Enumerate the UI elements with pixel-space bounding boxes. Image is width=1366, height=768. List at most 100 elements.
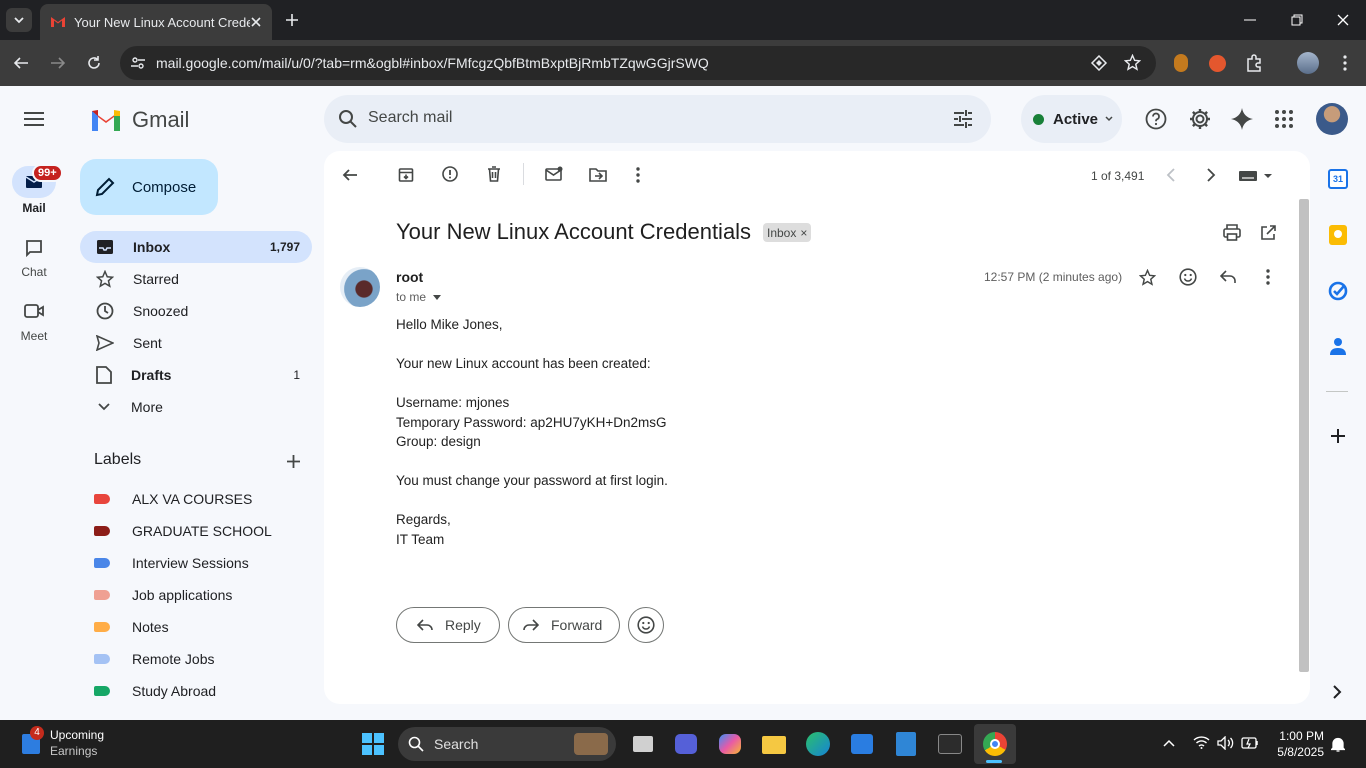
chrome-menu-icon[interactable] (1343, 55, 1347, 71)
file-explorer-icon[interactable] (760, 730, 788, 758)
close-icon[interactable] (250, 16, 262, 28)
email-scrollbar[interactable] (1299, 199, 1309, 672)
expand-side-panel-icon[interactable] (1333, 685, 1342, 699)
recipient-details[interactable]: to me (396, 290, 442, 304)
window-close-icon[interactable] (1337, 14, 1349, 26)
chrome-app-icon[interactable] (981, 730, 1009, 758)
label-alx-va-courses[interactable]: ALX VA COURSES (94, 483, 252, 515)
forward-button[interactable]: Forward (508, 607, 620, 643)
forward-arrow-icon[interactable] (50, 55, 66, 71)
add-addon-icon[interactable] (1330, 428, 1346, 444)
notepad-app-icon[interactable] (892, 730, 920, 758)
copilot-app-icon[interactable] (716, 730, 744, 758)
main-menu-icon[interactable] (24, 111, 44, 127)
archive-icon[interactable] (398, 167, 414, 183)
label-study-abroad[interactable]: Study Abroad (94, 675, 216, 707)
edge-browser-icon[interactable] (804, 730, 832, 758)
nav-drafts[interactable]: Drafts 1 (80, 359, 312, 391)
add-label-icon[interactable] (287, 455, 300, 468)
widgets-button[interactable]: 4 Upcoming Earnings (18, 726, 118, 762)
react-emoji-button[interactable] (628, 607, 664, 643)
extension-2-icon[interactable] (1209, 55, 1226, 72)
message-more-icon[interactable] (1266, 269, 1270, 285)
search-bar[interactable]: Search mail (324, 95, 991, 143)
reply-icon[interactable] (1220, 270, 1236, 284)
search-input[interactable]: Search mail (368, 109, 452, 127)
account-avatar[interactable] (1316, 103, 1348, 135)
move-to-folder-icon[interactable] (589, 167, 607, 182)
tasks-app-icon[interactable] (1328, 281, 1348, 301)
print-icon[interactable] (1223, 224, 1241, 241)
sender-avatar[interactable] (340, 267, 380, 307)
sender-name[interactable]: root (396, 269, 423, 285)
newer-chevron-right-icon[interactable] (1206, 168, 1216, 182)
add-reaction-icon[interactable] (1179, 268, 1197, 286)
reply-button[interactable]: Reply (396, 607, 500, 643)
mark-unread-icon[interactable] (545, 166, 563, 181)
gmail-logo-icon[interactable] (90, 107, 122, 131)
show-hidden-icons-chevron-up-icon[interactable] (1163, 739, 1175, 747)
back-arrow-icon[interactable] (13, 55, 29, 71)
battery-icon[interactable] (1241, 737, 1259, 749)
older-chevron-left-icon[interactable] (1166, 168, 1176, 182)
address-bar[interactable]: mail.google.com/mail/u/0/?tab=rm&ogbl#in… (120, 46, 1156, 80)
rail-meet-label[interactable]: Meet (0, 329, 68, 343)
remove-tag-icon[interactable]: × (800, 226, 807, 240)
label-graduate-school[interactable]: GRADUATE SCHOOL (94, 515, 272, 547)
browser-tab-active[interactable]: Your New Linux Account Credentials (40, 4, 272, 40)
input-tools-keyboard-icon[interactable] (1238, 170, 1274, 182)
calendar-app-icon[interactable]: 31 (1328, 169, 1348, 189)
delete-trash-icon[interactable] (487, 166, 501, 182)
extension-1-icon[interactable] (1174, 54, 1188, 72)
label-interview-sessions[interactable]: Interview Sessions (94, 547, 249, 579)
search-options-icon[interactable] (954, 110, 972, 128)
windows-start-icon[interactable] (362, 733, 384, 755)
status-button[interactable]: Active (1021, 95, 1122, 143)
terminal-app-icon[interactable] (936, 730, 964, 758)
rail-mail-button[interactable]: 99+ (12, 164, 63, 198)
bookmark-star-icon[interactable] (1124, 54, 1141, 71)
wifi-icon[interactable] (1193, 736, 1210, 749)
zoom-app-icon[interactable] (672, 730, 700, 758)
apps-grid-icon[interactable] (1275, 110, 1293, 128)
minimize-icon[interactable] (1244, 19, 1256, 21)
profile-avatar[interactable] (1297, 52, 1319, 74)
contacts-app-icon[interactable] (1330, 337, 1346, 356)
inbox-tag[interactable]: Inbox × (763, 223, 812, 242)
site-info-icon[interactable] (130, 55, 146, 71)
nav-snoozed[interactable]: Snoozed (80, 295, 312, 327)
search-icon[interactable] (338, 109, 358, 129)
nav-more[interactable]: More (80, 391, 312, 423)
reload-icon[interactable] (86, 55, 102, 71)
nav-inbox[interactable]: Inbox 1,797 (80, 231, 312, 263)
help-icon[interactable] (1145, 108, 1167, 130)
restore-icon[interactable] (1291, 14, 1303, 26)
open-in-new-window-icon[interactable] (1260, 225, 1276, 241)
label-job-applications[interactable]: Job applications (94, 579, 232, 611)
label-remote-jobs[interactable]: Remote Jobs (94, 643, 214, 675)
taskbar-clock[interactable]: 1:00 PM 5/8/2025 (1270, 728, 1324, 760)
chat-icon[interactable] (25, 239, 43, 257)
extension-diamond-icon[interactable] (1090, 55, 1108, 71)
meet-icon[interactable] (24, 303, 44, 319)
keep-app-icon[interactable] (1329, 225, 1347, 245)
compose-button[interactable]: Compose (80, 159, 218, 215)
star-icon[interactable] (1139, 269, 1156, 286)
back-to-inbox-icon[interactable] (342, 167, 358, 183)
label-notes[interactable]: Notes (94, 611, 169, 643)
settings-gear-icon[interactable] (1188, 107, 1212, 131)
nav-starred[interactable]: Starred (80, 263, 312, 295)
gemini-sparkle-icon[interactable] (1230, 107, 1254, 131)
nav-sent[interactable]: Sent (80, 327, 312, 359)
task-view-icon[interactable] (629, 730, 657, 758)
volume-icon[interactable] (1217, 736, 1234, 750)
report-spam-icon[interactable] (442, 166, 458, 182)
tab-search-button[interactable] (6, 8, 32, 32)
taskbar-search-box[interactable]: Search (398, 727, 616, 761)
notification-bell-icon[interactable] (1331, 737, 1345, 752)
more-options-icon[interactable] (636, 167, 640, 183)
microsoft-store-icon[interactable] (848, 730, 876, 758)
rail-chat-label[interactable]: Chat (0, 265, 68, 279)
new-tab-icon[interactable] (285, 13, 299, 27)
extensions-puzzle-icon[interactable] (1245, 54, 1263, 72)
